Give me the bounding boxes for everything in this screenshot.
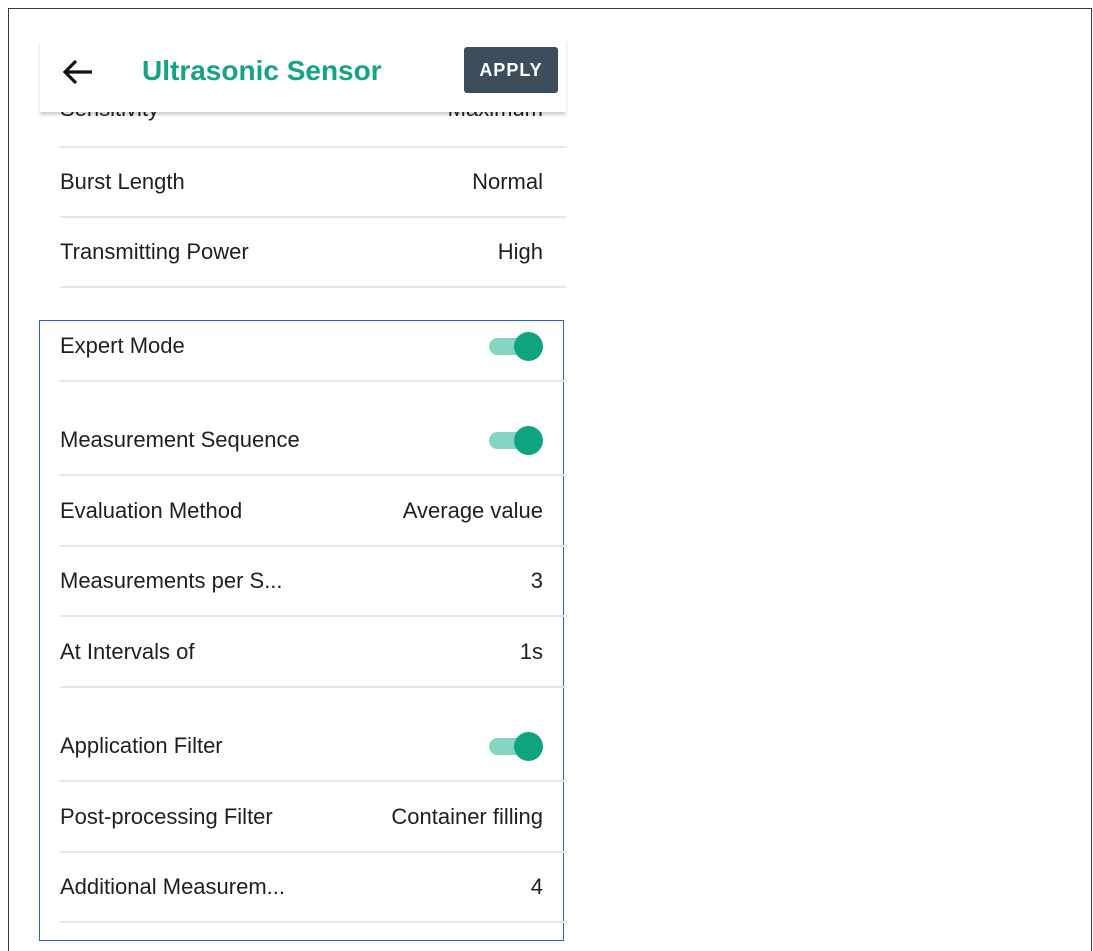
row-label: Post-processing Filter [60,804,273,829]
row-label: Expert Mode [60,333,185,358]
row-value: Container filling [391,804,543,829]
row-label: Measurement Sequence [60,427,300,452]
measurement-sequence-toggle[interactable] [489,425,543,455]
application-filter-toggle[interactable] [489,731,543,761]
row-value: 4 [530,874,543,899]
row-value: 3 [530,568,543,593]
row-value: Normal [472,169,543,194]
row-value: 1s [519,639,543,664]
row-label: Transmitting Power [60,239,249,264]
row-label: At Intervals of [60,639,195,664]
settings-row-transmitting-power[interactable]: Transmitting Power High [60,218,567,288]
row-label: Burst Length [60,169,185,194]
app-bar: Ultrasonic Sensor APPLY [40,40,566,112]
settings-row-burst-length[interactable]: Burst Length Normal [60,148,567,218]
toggle-thumb [514,732,543,761]
toggle-thumb [514,426,543,455]
settings-row-measurement-sequence: Measurement Sequence [60,406,567,476]
arrow-left-icon[interactable] [58,54,98,90]
settings-row-evaluation-method[interactable]: Evaluation Method Average value [60,477,567,547]
settings-row-post-processing-filter[interactable]: Post-processing Filter Container filling [60,783,567,853]
expert-mode-toggle[interactable] [489,331,543,361]
row-label: Evaluation Method [60,498,243,523]
settings-row-expert-mode: Expert Mode [60,312,567,382]
toggle-thumb [514,332,543,361]
row-label: Application Filter [60,733,223,758]
row-label: Measurements per S... [60,568,283,593]
row-value: Average value [402,498,543,523]
settings-row-application-filter: Application Filter [60,712,567,782]
row-value: High [497,239,543,264]
settings-row-measurements-per[interactable]: Measurements per S... 3 [60,547,567,617]
page-title: Ultrasonic Sensor [142,55,382,86]
settings-row-additional-measurements[interactable]: Additional Measurem... 4 [60,853,567,923]
settings-row-intervals[interactable]: At Intervals of 1s [60,618,567,688]
apply-button[interactable]: APPLY [464,47,558,93]
row-label: Additional Measurem... [60,874,285,899]
